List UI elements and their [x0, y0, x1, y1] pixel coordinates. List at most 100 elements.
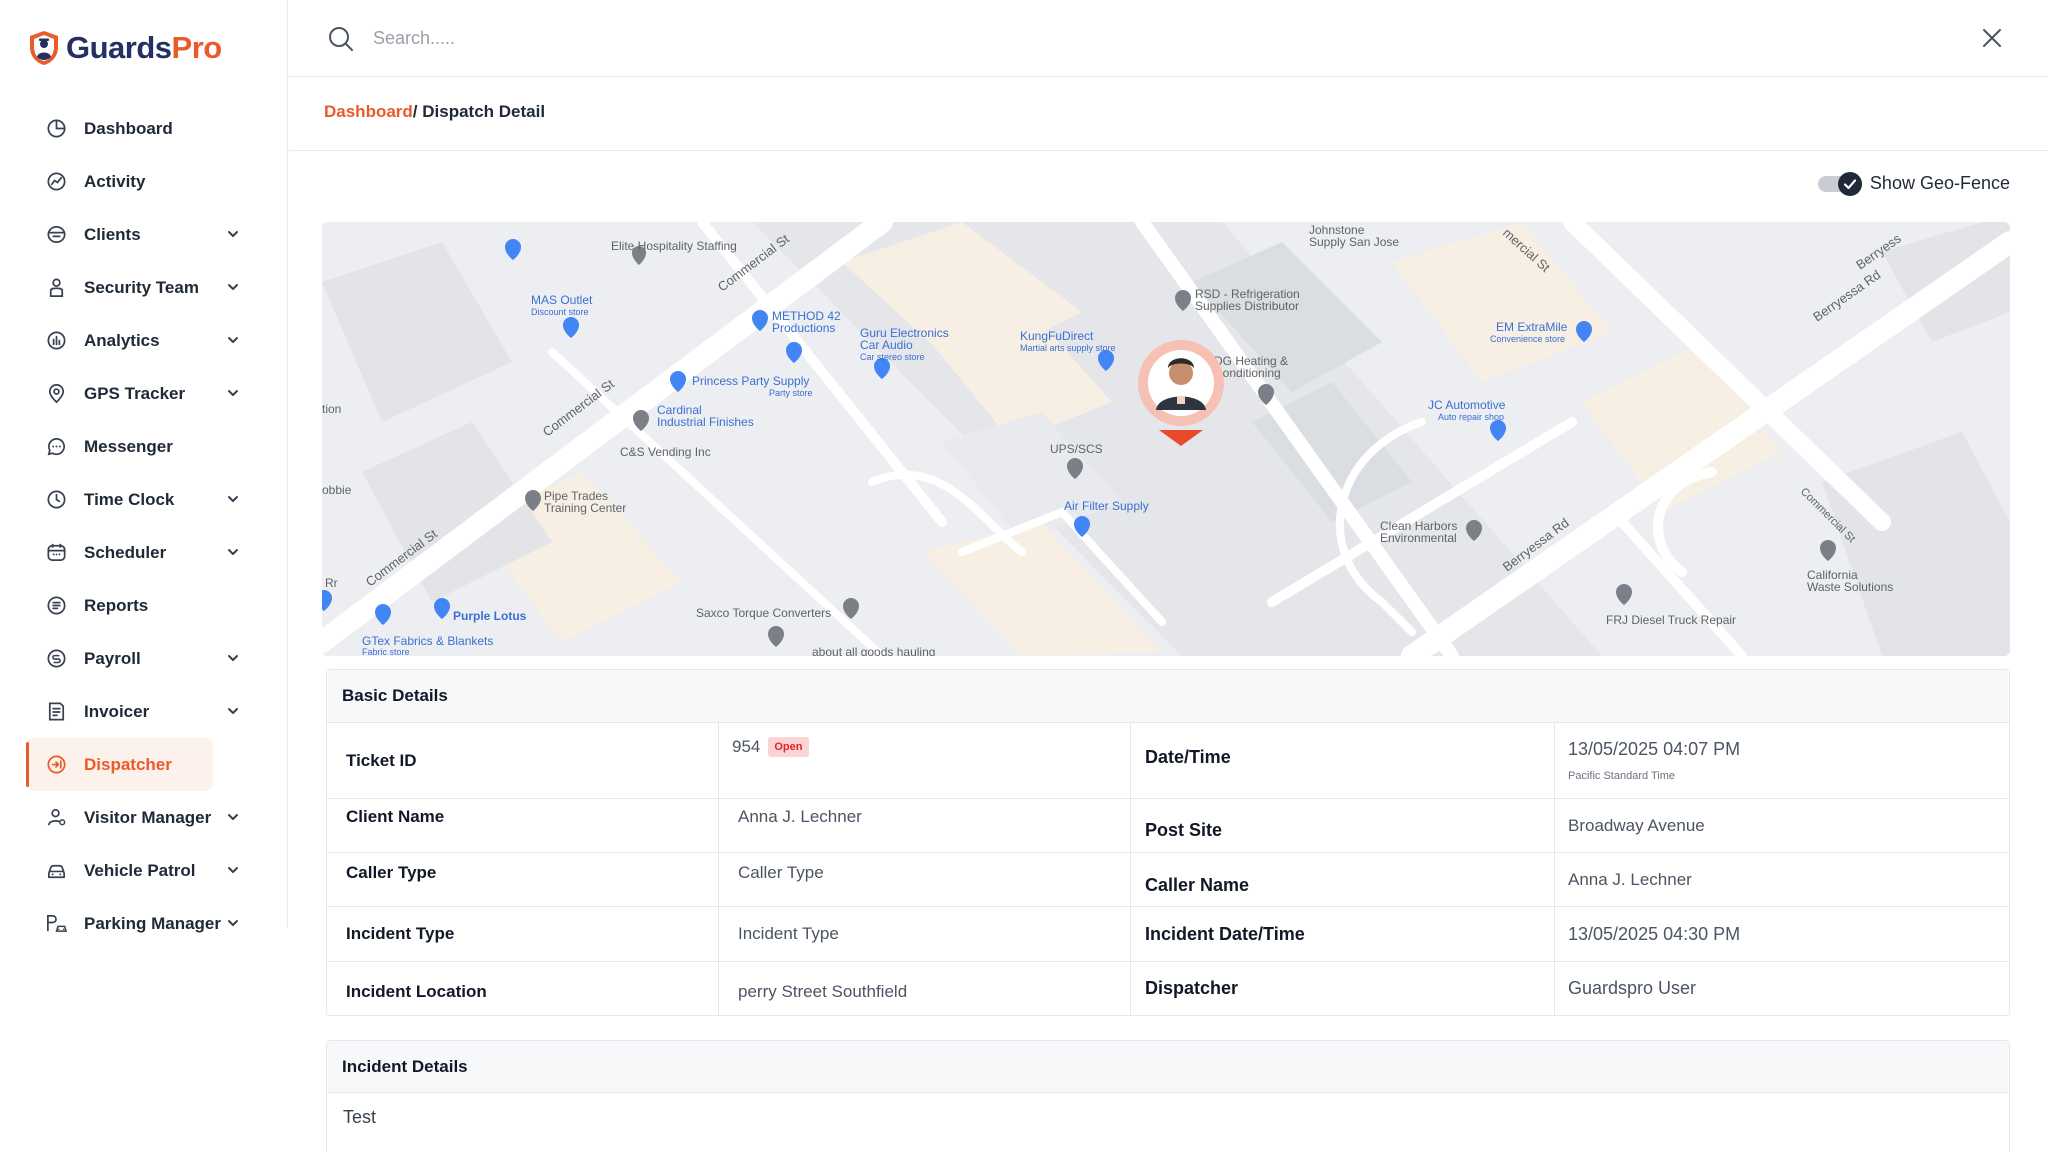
close-icon[interactable] [1980, 26, 2004, 50]
chevron-down-icon[interactable] [226, 492, 240, 506]
map-place-label: MAS Outlet [531, 293, 593, 307]
ticket-id-cell: 954 Open [719, 723, 1131, 798]
brand-logo[interactable]: GuardsPro [28, 30, 222, 66]
basic-details-title: Basic Details [327, 670, 2009, 723]
map-place-label: Training Center [544, 501, 626, 515]
sidebar-item-gps-tracker[interactable]: GPS Tracker [26, 367, 262, 420]
incident-details-title: Incident Details [327, 1041, 2009, 1093]
datetime-value: 13/05/2025 04:07 PM [1568, 739, 1741, 759]
chevron-down-icon[interactable] [226, 227, 240, 241]
security-team-icon [44, 276, 68, 300]
incident-details-panel: Incident Details Test [326, 1040, 2010, 1152]
breadcrumb-current: Dispatch Detail [417, 102, 546, 121]
chevron-down-icon[interactable] [226, 280, 240, 294]
chevron-down-icon[interactable] [226, 333, 240, 347]
caller-name-label: Caller Name [1131, 853, 1555, 906]
clients-icon [44, 223, 68, 247]
sidebar-item-reports[interactable]: Reports [26, 579, 262, 632]
sidebar-item-dispatcher[interactable]: Dispatcher [26, 738, 213, 791]
sidebar-item-label: Vehicle Patrol [84, 860, 196, 880]
caller-type-value: Caller Type [719, 853, 1131, 906]
details-row: Client Name Anna J. Lechner Post Site Br… [327, 799, 2009, 853]
sidebar: GuardsPro Dashboard Activity Clients Securi… [0, 0, 288, 933]
brand-name: GuardsPro [66, 30, 222, 65]
sidebar-item-activity[interactable]: Activity [26, 155, 262, 208]
geo-fence-switch[interactable] [1817, 172, 1862, 196]
sidebar-item-label: Clients [84, 224, 141, 244]
search-input[interactable] [373, 22, 973, 54]
map-place-label: EM ExtraMile [1496, 320, 1568, 334]
guardspro-logo-icon [30, 31, 58, 65]
parking-manager-icon [44, 912, 68, 936]
map-place-label: Discount store [531, 307, 589, 317]
sidebar-item-payroll[interactable]: Payroll [26, 632, 262, 685]
chevron-down-icon[interactable] [226, 704, 240, 718]
sidebar-item-label: Dispatcher [84, 754, 172, 774]
map-place-label: Princess Party Supply [692, 374, 809, 388]
sidebar-item-label: Payroll [84, 648, 141, 668]
chevron-down-icon[interactable] [226, 916, 240, 930]
sidebar-item-label: Parking Manager [84, 913, 221, 933]
chevron-down-icon[interactable] [226, 651, 240, 665]
sidebar-item-vehicle-patrol[interactable]: Vehicle Patrol [26, 844, 262, 897]
basic-details-panel: Basic Details Ticket ID 954 Open Date/Ti… [326, 669, 2010, 1016]
chevron-down-icon[interactable] [226, 863, 240, 877]
map-place-label: JC Automotive [1428, 398, 1506, 412]
gps-tracker-icon [44, 382, 68, 406]
map-place-label: Party store [769, 388, 813, 398]
top-search-bar [289, 0, 2048, 77]
sidebar-item-analytics[interactable]: Analytics [26, 314, 262, 367]
post-site-value: Broadway Avenue [1568, 815, 1705, 835]
map-place-label: Supply San Jose [1309, 235, 1399, 249]
sidebar-item-label: Analytics [84, 330, 160, 350]
sidebar-item-messenger[interactable]: Messenger [26, 420, 262, 473]
sidebar-item-invoicer[interactable]: Invoicer [26, 685, 262, 738]
time-clock-icon [44, 488, 68, 512]
dispatcher-icon [44, 753, 68, 777]
chevron-down-icon[interactable] [226, 545, 240, 559]
details-row: Ticket ID 954 Open Date/Time 13/05/2025 … [327, 723, 2009, 799]
datetime-label: Date/Time [1131, 723, 1555, 798]
map-place-label: GTex Fabrics & Blankets [362, 634, 493, 648]
sidebar-item-security-team[interactable]: Security Team [26, 261, 262, 314]
map-place-label: FRJ Diesel Truck Repair [1606, 613, 1736, 627]
sidebar-item-label: Reports [84, 595, 149, 615]
map-canvas[interactable]: Commercial St Commercial St Commercial S… [322, 222, 2010, 656]
sidebar-item-time-clock[interactable]: Time Clock [26, 473, 262, 526]
incident-location-value: perry Street Southfield [719, 962, 1131, 1015]
breadcrumb-dashboard-link[interactable]: Dashboard [324, 102, 413, 121]
chevron-down-icon[interactable] [226, 810, 240, 824]
sidebar-item-clients[interactable]: Clients [26, 208, 262, 261]
caller-type-label: Caller Type [327, 853, 719, 906]
visitor-manager-icon [44, 806, 68, 830]
map-place-label: Environmental [1380, 531, 1457, 545]
sidebar-item-dashboard[interactable]: Dashboard [26, 102, 262, 155]
client-name-value: Anna J. Lechner [719, 799, 1131, 852]
vehicle-patrol-icon [44, 859, 68, 883]
chevron-down-icon[interactable] [226, 386, 240, 400]
sidebar-item-visitor-manager[interactable]: Visitor Manager [26, 791, 262, 844]
messenger-icon [44, 435, 68, 459]
caller-name-value: Anna J. Lechner [1568, 869, 1692, 889]
map-place-label: UPS/SCS [1050, 442, 1103, 456]
map-place-label: Purple Lotus [453, 609, 527, 623]
details-row: Caller Type Caller Type Caller Name Anna… [327, 853, 2009, 907]
details-row: Incident Type Incident Type Incident Dat… [327, 907, 2009, 962]
geo-fence-toggle[interactable]: Show Geo-Fence [1817, 172, 2010, 196]
sidebar-item-label: Time Clock [84, 489, 175, 509]
activity-icon [44, 170, 68, 194]
geo-fence-label: Show Geo-Fence [1869, 172, 2010, 193]
breadcrumb-bar: Dashboard/ Dispatch Detail [289, 78, 2048, 151]
sidebar-item-label: Dashboard [84, 118, 173, 138]
analytics-icon [44, 329, 68, 353]
sidebar-item-label: Invoicer [84, 701, 150, 721]
sidebar-item-scheduler[interactable]: Scheduler [26, 526, 262, 579]
dispatch-map[interactable]: Commercial St Commercial St Commercial S… [322, 222, 2010, 656]
search-icon[interactable] [327, 25, 355, 53]
ticket-id-label: Ticket ID [327, 723, 719, 798]
sidebar-item-parking-manager[interactable]: Parking Manager [26, 897, 262, 950]
sidebar-item-label: Visitor Manager [84, 807, 212, 827]
post-site-label: Post Site [1131, 799, 1555, 852]
incident-details-text: Test [343, 1107, 377, 1127]
incident-type-label: Incident Type [327, 907, 719, 961]
